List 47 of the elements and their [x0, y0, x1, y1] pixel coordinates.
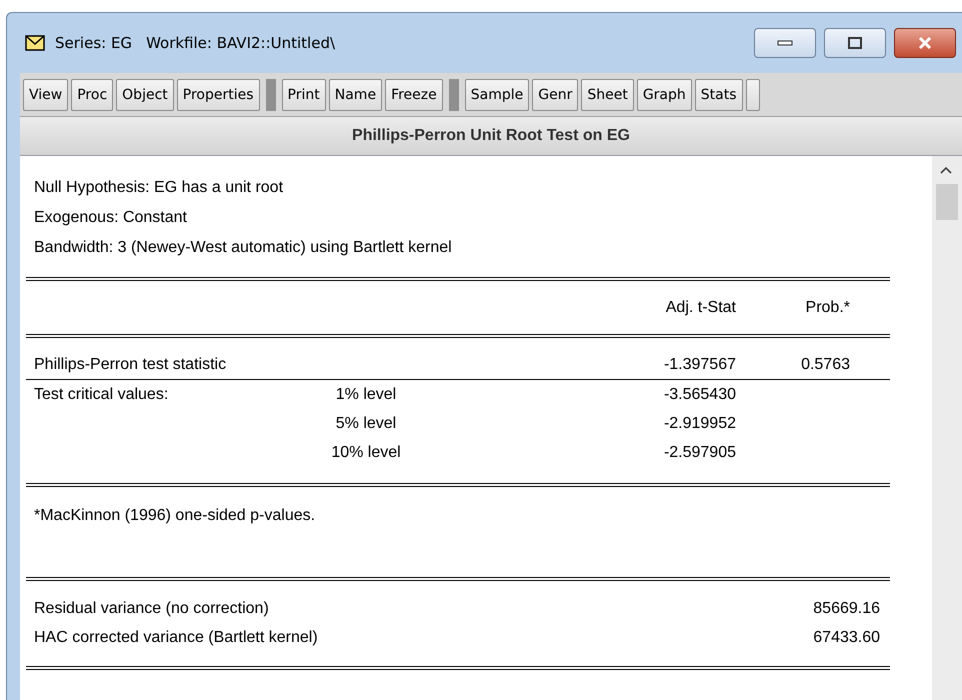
scrollbar[interactable] — [932, 156, 962, 700]
minimize-button[interactable] — [754, 28, 816, 58]
toolbar-separator — [266, 78, 276, 110]
stat-value: -1.397567 — [662, 355, 736, 375]
scroll-up-icon[interactable] — [940, 166, 952, 174]
level-label: 1% level — [334, 385, 398, 405]
toolbar-separator — [448, 78, 459, 110]
toolbar-button[interactable]: Sample — [464, 78, 530, 110]
row-label: Phillips-Perron test statistic — [33, 355, 228, 375]
toolbar-button[interactable]: Name — [328, 78, 382, 110]
stat-value: -2.597905 — [662, 443, 736, 463]
scrollbar-thumb[interactable] — [936, 184, 958, 220]
toolbar-button[interactable]: Proc — [71, 78, 114, 110]
toolbar-button[interactable]: Graph — [636, 78, 692, 110]
stat-value: -2.919952 — [662, 414, 736, 434]
row-label: Residual variance (no correction) — [34, 599, 269, 619]
variance-value: 67433.60 — [813, 628, 880, 648]
row-label: HAC corrected variance (Bartlett kernel) — [34, 628, 318, 648]
column-header: Prob.* — [804, 298, 851, 318]
toolbar-button[interactable]: Object — [116, 78, 174, 110]
toolbar-button[interactable]: Print — [282, 78, 326, 110]
maximize-button[interactable] — [824, 28, 886, 58]
stat-value: -3.565430 — [662, 385, 736, 405]
toolbar-button[interactable]: Stats — [694, 78, 743, 110]
window-title: Series: EG — [55, 32, 132, 54]
workfile-name: Workfile: BAVI2::Untitled\ — [146, 32, 336, 54]
toolbar-button[interactable]: Genr — [532, 78, 578, 110]
output-heading: Phillips-Perron Unit Root Test on EG — [20, 117, 962, 156]
toolbar-button[interactable]: Freeze — [385, 78, 443, 110]
output-text: Exogenous: Constant — [33, 208, 188, 228]
variance-value: 85669.16 — [813, 599, 880, 619]
output-text: Null Hypothesis: EG has a unit root — [33, 178, 284, 198]
maximize-icon — [847, 36, 863, 50]
prob-value: 0.5763 — [800, 355, 851, 375]
close-icon — [917, 36, 933, 50]
envelope-icon — [25, 35, 45, 51]
output-text: Bandwidth: 3 (Newey-West automatic) using Bartlett kernel — [33, 238, 453, 258]
row-label: Test critical values: — [33, 385, 170, 405]
toolbar-button[interactable]: View — [23, 78, 68, 110]
toolbar-button[interactable]: Properties — [176, 78, 260, 110]
level-label: 5% level — [334, 414, 398, 434]
level-label: 10% level — [330, 443, 402, 463]
footnote-text: *MacKinnon (1996) one-sided p-values. — [33, 506, 316, 526]
minimize-icon — [777, 40, 793, 46]
close-button[interactable] — [894, 28, 956, 58]
column-header: Adj. t-Stat — [664, 298, 736, 318]
toolbar-button[interactable]: Sheet — [581, 78, 634, 110]
